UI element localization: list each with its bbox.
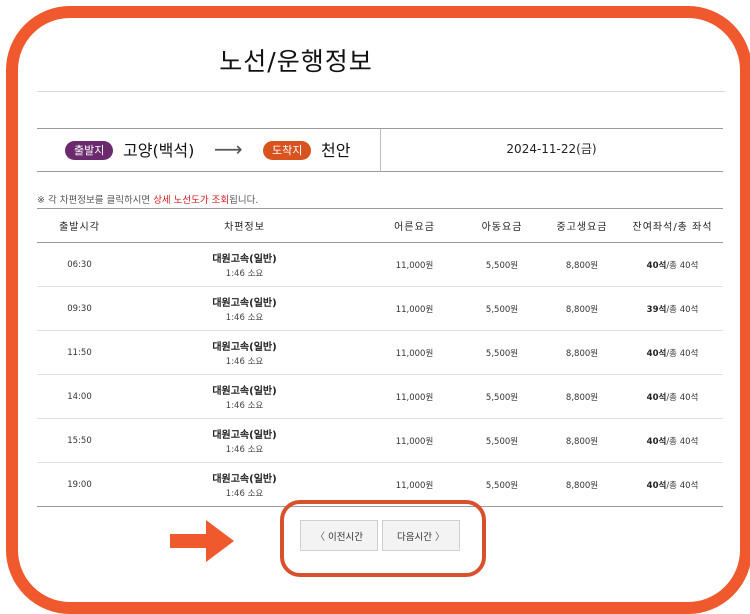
header-student-fare: 중고생요금 — [542, 208, 622, 243]
cell-child-fare: 5,500원 — [462, 418, 542, 463]
cell-adult-fare: 11,000원 — [367, 286, 462, 331]
cell-seats: 40석/총 40석 — [622, 242, 723, 287]
next-time-label: 다음시간 — [397, 531, 432, 543]
bus-name[interactable]: 대원고속(일반) — [122, 426, 367, 441]
table-header-row: 출발시각 차편정보 어른요금 아동요금 중고생요금 잔여좌석/총 좌석 — [37, 208, 723, 243]
departure-city: 고양(백석) — [123, 141, 195, 160]
cell-bus-info[interactable]: 대원고속(일반) 1:46 소요 — [122, 418, 367, 463]
cell-student-fare: 8,800원 — [542, 418, 622, 463]
total-seats: /총 40석 — [666, 392, 699, 403]
total-seats: /총 40석 — [666, 260, 699, 271]
cell-student-fare: 8,800원 — [542, 330, 622, 375]
total-seats: /총 40석 — [666, 304, 699, 315]
remaining-seats: 39석 — [646, 304, 667, 315]
cell-seats: 40석/총 40석 — [622, 374, 723, 419]
cell-bus-info[interactable]: 대원고속(일반) 1:46 소요 — [122, 242, 367, 287]
cell-student-fare: 8,800원 — [542, 462, 622, 507]
red-arrow-icon — [170, 520, 234, 562]
cell-adult-fare: 11,000원 — [367, 374, 462, 419]
cell-child-fare: 5,500원 — [462, 462, 542, 507]
cell-adult-fare: 11,000원 — [367, 418, 462, 463]
total-seats: /총 40석 — [666, 348, 699, 359]
remaining-seats: 40석 — [646, 392, 667, 403]
cell-student-fare: 8,800원 — [542, 286, 622, 331]
bus-duration: 1:46 소요 — [225, 269, 264, 279]
departure-date: 2024-11-22(금) — [506, 142, 597, 156]
bus-name[interactable]: 대원고속(일반) — [122, 294, 367, 309]
prev-time-label: 이전시간 — [328, 531, 363, 543]
total-seats: /총 40석 — [666, 480, 699, 491]
header-child-fare: 아동요금 — [462, 208, 542, 243]
cell-time: 15:50 — [37, 418, 122, 463]
chevron-right-icon: 〉 — [435, 532, 445, 543]
bus-name[interactable]: 대원고속(일반) — [122, 470, 367, 485]
cell-child-fare: 5,500원 — [462, 374, 542, 419]
cell-seats: 40석/총 40석 — [622, 330, 723, 375]
cell-child-fare: 5,500원 — [462, 330, 542, 375]
notice-suffix: 됩니다. — [229, 195, 259, 206]
route-cities: 출발지 고양(백석) ⟶ 도착지 천안 — [37, 129, 380, 171]
bus-name[interactable]: 대원고속(일반) — [122, 250, 367, 265]
remaining-seats: 40석 — [646, 480, 667, 491]
cell-student-fare: 8,800원 — [542, 374, 622, 419]
notice-text: ※ 각 차편정보를 클릭하시면 상세 노선도가 조회됩니다. — [37, 192, 258, 206]
cell-seats: 40석/총 40석 — [622, 462, 723, 507]
table-row[interactable]: 09:30 대원고속(일반) 1:46 소요 11,000원 5,500원 8,8… — [37, 286, 723, 331]
cell-adult-fare: 11,000원 — [367, 330, 462, 375]
header-seats: 잔여좌석/총 좌석 — [622, 208, 723, 243]
notice-highlight: 상세 노선도가 조회 — [153, 195, 230, 206]
cell-bus-info[interactable]: 대원고속(일반) 1:46 소요 — [122, 374, 367, 419]
table-row[interactable]: 15:50 대원고속(일반) 1:46 소요 11,000원 5,500원 8,8… — [37, 418, 723, 463]
prev-time-button[interactable]: 〈 이전시간 — [300, 520, 378, 551]
remaining-seats: 40석 — [646, 260, 667, 271]
cell-time: 19:00 — [37, 462, 122, 507]
arrival-city: 천안 — [321, 141, 351, 160]
cell-bus-info[interactable]: 대원고속(일반) 1:46 소요 — [122, 286, 367, 331]
bus-duration: 1:46 소요 — [225, 357, 264, 367]
chevron-left-icon: 〈 — [315, 532, 325, 543]
arrow-right-icon: ⟶ — [214, 137, 243, 161]
notice-prefix: ※ 각 차편정보를 클릭하시면 — [37, 195, 154, 206]
cell-adult-fare: 11,000원 — [367, 242, 462, 287]
cell-child-fare: 5,500원 — [462, 286, 542, 331]
cell-time: 14:00 — [37, 374, 122, 419]
bus-duration: 1:46 소요 — [225, 489, 264, 499]
table-row[interactable]: 06:30 대원고속(일반) 1:46 소요 11,000원 5,500원 8,8… — [37, 242, 723, 287]
header-bus-info: 차편정보 — [122, 208, 367, 243]
title-divider — [37, 91, 725, 92]
bus-duration: 1:46 소요 — [225, 401, 264, 411]
header-departure-time: 출발시각 — [37, 208, 122, 243]
bus-name[interactable]: 대원고속(일반) — [122, 338, 367, 353]
cell-seats: 40석/총 40석 — [622, 418, 723, 463]
cell-time: 06:30 — [37, 242, 122, 287]
bus-duration: 1:46 소요 — [225, 445, 264, 455]
table-row[interactable]: 11:50 대원고속(일반) 1:46 소요 11,000원 5,500원 8,8… — [37, 330, 723, 375]
remaining-seats: 40석 — [646, 436, 667, 447]
header-adult-fare: 어른요금 — [367, 208, 462, 243]
cell-bus-info[interactable]: 대원고속(일반) 1:46 소요 — [122, 330, 367, 375]
cell-student-fare: 8,800원 — [542, 242, 622, 287]
departure-badge: 출발지 — [65, 141, 114, 160]
schedule-table: 출발시각 차편정보 어른요금 아동요금 중고생요금 잔여좌석/총 좌석 06:3… — [37, 208, 723, 507]
remaining-seats: 40석 — [646, 348, 667, 359]
cell-child-fare: 5,500원 — [462, 242, 542, 287]
next-time-button[interactable]: 다음시간 〉 — [382, 520, 460, 551]
table-row[interactable]: 14:00 대원고속(일반) 1:46 소요 11,000원 5,500원 8,8… — [37, 374, 723, 419]
bus-duration: 1:46 소요 — [225, 313, 264, 323]
cell-seats: 39석/총 40석 — [622, 286, 723, 331]
cell-time: 11:50 — [37, 330, 122, 375]
total-seats: /총 40석 — [666, 436, 699, 447]
cell-time: 09:30 — [37, 286, 122, 331]
bus-name[interactable]: 대원고속(일반) — [122, 382, 367, 397]
route-bar: 출발지 고양(백석) ⟶ 도착지 천안 2024-11-22(금) — [37, 128, 723, 172]
page-title: 노선/운행정보 — [219, 47, 373, 76]
arrival-badge: 도착지 — [263, 141, 312, 160]
